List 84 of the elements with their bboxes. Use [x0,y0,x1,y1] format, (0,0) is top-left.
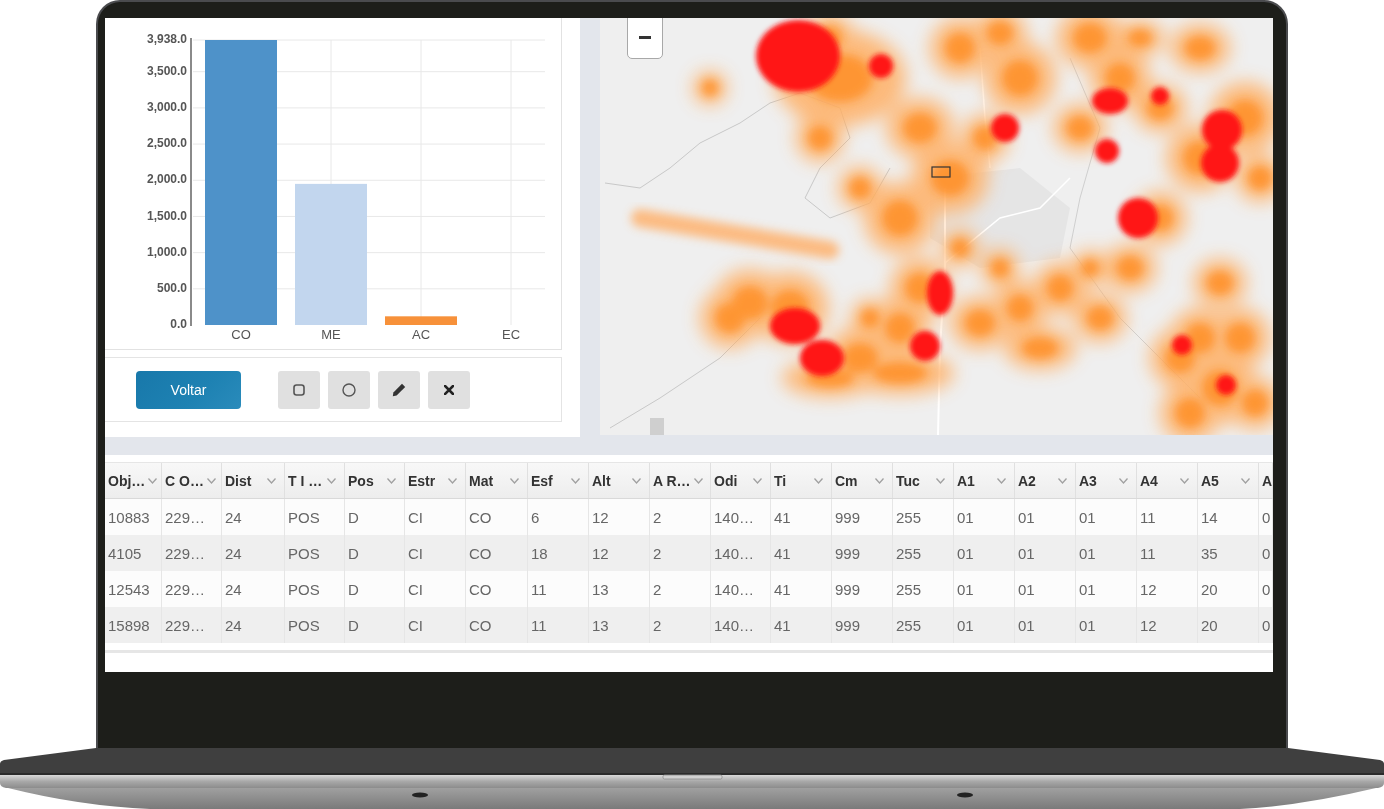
chevron-down-icon [448,477,457,484]
chevron-down-icon [148,477,158,484]
axis-tick-label: 1,000.0 [146,244,187,259]
column-header[interactable]: Obj… [105,463,162,498]
column-header[interactable]: A [1259,463,1273,498]
pencil-tool-button[interactable] [378,370,420,409]
category-label: ME [321,327,341,343]
column-header[interactable]: C O… [162,463,222,498]
chevron-down-icon [571,477,580,484]
column-header[interactable]: Esf [528,463,589,498]
category-label: EC [501,327,521,343]
chevron-down-icon [327,477,336,484]
table-cell: 41 [771,607,832,643]
zoom-out-button[interactable] [627,18,663,59]
back-button[interactable]: Voltar [136,370,241,409]
table-cell: 11 [528,607,589,643]
table-cell: 0 [1259,607,1273,643]
close-icon [444,384,454,395]
chevron-down-icon [1180,477,1189,484]
column-header[interactable]: A4 [1137,463,1198,498]
column-header[interactable]: A R… [650,463,711,498]
table-cell: 140… [711,607,771,643]
column-header[interactable]: A2 [1015,463,1076,498]
table-cell: 13 [589,607,650,643]
column-header[interactable]: Estr [405,463,466,498]
axis-tick-label: 2,500.0 [146,136,187,151]
circle-tool-button[interactable] [328,370,370,409]
axis-tick-label: 3,938.0 [146,32,187,47]
chevron-down-icon [753,477,762,484]
chevron-down-icon [510,477,519,484]
circle-icon [342,382,356,397]
column-header[interactable]: T I … [285,463,345,498]
column-header[interactable]: Tuc [893,463,954,498]
table-cell: 01 [1015,607,1076,643]
column-header[interactable]: Pos [345,463,405,498]
column-header[interactable]: Cm [832,463,893,498]
square-icon [293,383,305,396]
column-header[interactable]: Dist [222,463,285,498]
table-cell: D [345,607,405,643]
table-cell: 12 [1137,607,1198,643]
chevron-down-icon [387,477,396,484]
category-label: AC [411,327,431,343]
minus-icon [639,36,651,39]
pencil-icon [392,382,406,397]
chevron-down-icon [875,477,884,484]
table-cell: 01 [1076,607,1137,643]
column-header[interactable]: Odi [711,463,771,498]
axis-tick-label: 3,500.0 [146,63,187,78]
table-cell: 15898 [105,607,162,643]
chevron-down-icon [206,477,216,484]
column-header[interactable]: A1 [954,463,1015,498]
column-header[interactable]: A5 [1198,463,1259,498]
chevron-down-icon [1119,477,1128,484]
chart-bar [385,316,457,325]
table-cell: CI [405,607,466,643]
table-cell: 20 [1198,607,1259,643]
column-header[interactable]: A3 [1076,463,1137,498]
rectangle-tool-button[interactable] [278,370,320,409]
table-cell: 2 [650,607,711,643]
chevron-down-icon [814,477,823,484]
table-cell: POS [285,607,345,643]
table-cell: 229… [162,607,222,643]
column-header[interactable]: Mat [466,463,528,498]
delete-button[interactable] [428,370,470,409]
chevron-down-icon [632,477,641,484]
category-label: CO [231,327,251,343]
chevron-down-icon [1241,477,1250,484]
chevron-down-icon [267,477,276,484]
axis-tick-label: 0.0 [170,317,187,332]
table-cell: CO [466,607,528,643]
table-cell: 255 [893,607,954,643]
chevron-down-icon [1058,477,1067,484]
chevron-down-icon [693,477,703,484]
axis-tick-label: 1,500.0 [146,208,187,223]
chevron-down-icon [936,477,945,484]
table-cell: 24 [222,607,285,643]
axis-tick-label: 2,000.0 [146,172,187,187]
chevron-down-icon [997,477,1006,484]
axis-tick-label: 500.0 [156,281,187,295]
table-cell: 01 [954,607,1015,643]
column-header[interactable]: Alt [589,463,650,498]
table-cell: 999 [832,607,893,643]
column-header[interactable]: Ti [771,463,832,498]
axis-tick-label: 3,000.0 [146,100,187,115]
